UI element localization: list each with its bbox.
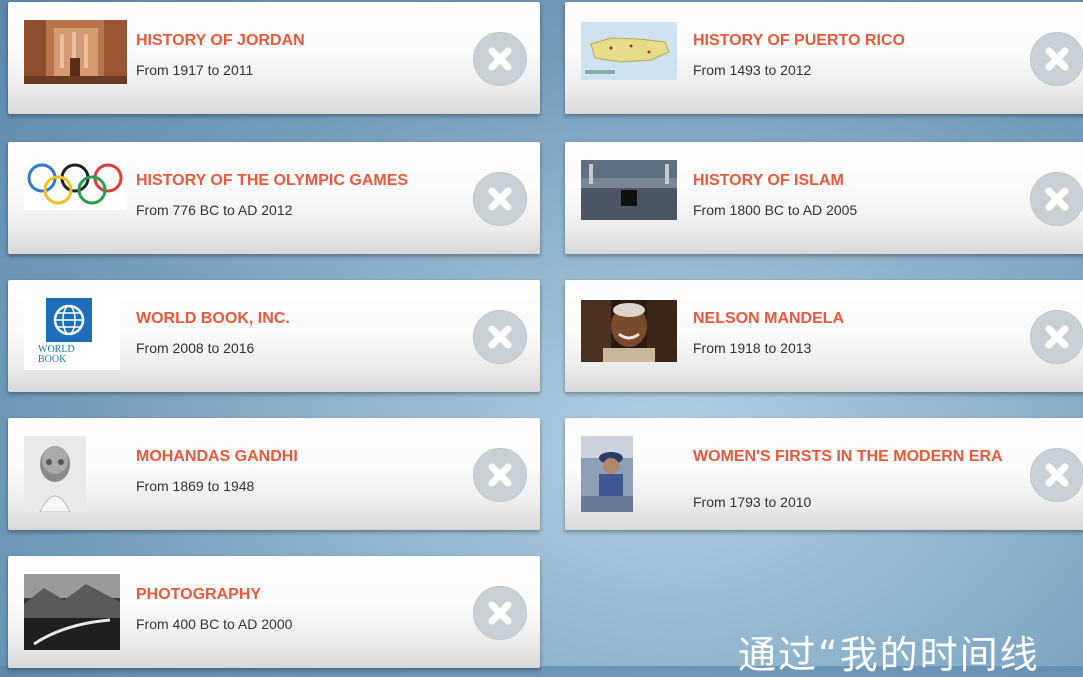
card-title[interactable]: HISTORY OF THE OLYMPIC GAMES (136, 170, 480, 191)
card-date-range: From 400 BC to AD 2000 (136, 616, 293, 632)
petra-icon (24, 20, 127, 84)
remove-button[interactable] (1030, 448, 1083, 502)
timeline-card-olympic-games[interactable]: HISTORY OF THE OLYMPIC GAMES From 776 BC… (8, 142, 540, 254)
remove-button[interactable] (473, 32, 527, 86)
timeline-card-puerto-rico[interactable]: HISTORY OF PUERTO RICO From 1493 to 2012 (565, 2, 1083, 114)
close-icon (488, 187, 512, 211)
mecca-icon (581, 160, 677, 220)
card-title[interactable]: HISTORY OF PUERTO RICO (693, 30, 1035, 51)
olympic-rings-icon (24, 160, 127, 210)
remove-button[interactable] (1030, 310, 1083, 364)
timeline-card-jordan[interactable]: HISTORY OF JORDAN From 1917 to 2011 (8, 2, 540, 114)
card-date-range: From 776 BC to AD 2012 (136, 202, 293, 218)
timeline-card-gandhi[interactable]: MOHANDAS GANDHI From 1869 to 1948 (8, 418, 540, 530)
close-icon (488, 325, 512, 349)
card-title[interactable]: HISTORY OF ISLAM (693, 170, 1035, 191)
women-firsts-icon (581, 436, 633, 512)
puerto-rico-map-icon (581, 22, 677, 80)
card-date-range: From 2008 to 2016 (136, 340, 255, 356)
timeline-card-womens-firsts[interactable]: WOMEN'S FIRSTS IN THE MODERN ERA From 17… (565, 418, 1083, 530)
timeline-card-nelson-mandela[interactable]: NELSON MANDELA From 1918 to 2013 (565, 280, 1083, 392)
card-date-range: From 1869 to 1948 (136, 478, 255, 494)
timeline-card-world-book[interactable]: WORLD BOOK WORLD BOOK, INC. From 2008 to… (8, 280, 540, 392)
remove-button[interactable] (1030, 32, 1083, 86)
close-icon (1045, 47, 1069, 71)
close-icon (1045, 463, 1069, 487)
close-icon (488, 47, 512, 71)
card-date-range: From 1493 to 2012 (693, 62, 812, 78)
timeline-card-islam[interactable]: HISTORY OF ISLAM From 1800 BC to AD 2005 (565, 142, 1083, 254)
close-icon (1045, 325, 1069, 349)
world-book-logo-icon: WORLD BOOK (24, 296, 120, 370)
card-title[interactable]: NELSON MANDELA (693, 308, 1035, 329)
mandela-portrait-icon (581, 300, 677, 362)
card-title[interactable]: MOHANDAS GANDHI (136, 446, 480, 467)
close-icon (488, 601, 512, 625)
remove-button[interactable] (473, 448, 527, 502)
close-icon (1045, 187, 1069, 211)
timeline-card-photography[interactable]: PHOTOGRAPHY From 400 BC to AD 2000 (8, 556, 540, 668)
remove-button[interactable] (1030, 172, 1083, 226)
card-title[interactable]: PHOTOGRAPHY (136, 584, 480, 605)
card-date-range: From 1800 BC to AD 2005 (693, 202, 858, 218)
close-icon (488, 463, 512, 487)
remove-button[interactable] (473, 310, 527, 364)
landscape-photo-icon (24, 574, 120, 650)
gandhi-portrait-icon (24, 436, 86, 512)
card-date-range: From 1918 to 2013 (693, 340, 812, 356)
remove-button[interactable] (473, 172, 527, 226)
caption-overlay: 通过“我的时间线 (738, 633, 1040, 677)
card-title[interactable]: WORLD BOOK, INC. (136, 308, 480, 329)
card-title[interactable]: HISTORY OF JORDAN (136, 30, 480, 51)
card-date-range: From 1917 to 2011 (136, 62, 254, 78)
card-date-range: From 1793 to 2010 (693, 494, 812, 510)
card-title[interactable]: WOMEN'S FIRSTS IN THE MODERN ERA (693, 446, 1038, 467)
remove-button[interactable] (473, 586, 527, 640)
world-book-logo-text: WORLD BOOK (38, 344, 75, 365)
